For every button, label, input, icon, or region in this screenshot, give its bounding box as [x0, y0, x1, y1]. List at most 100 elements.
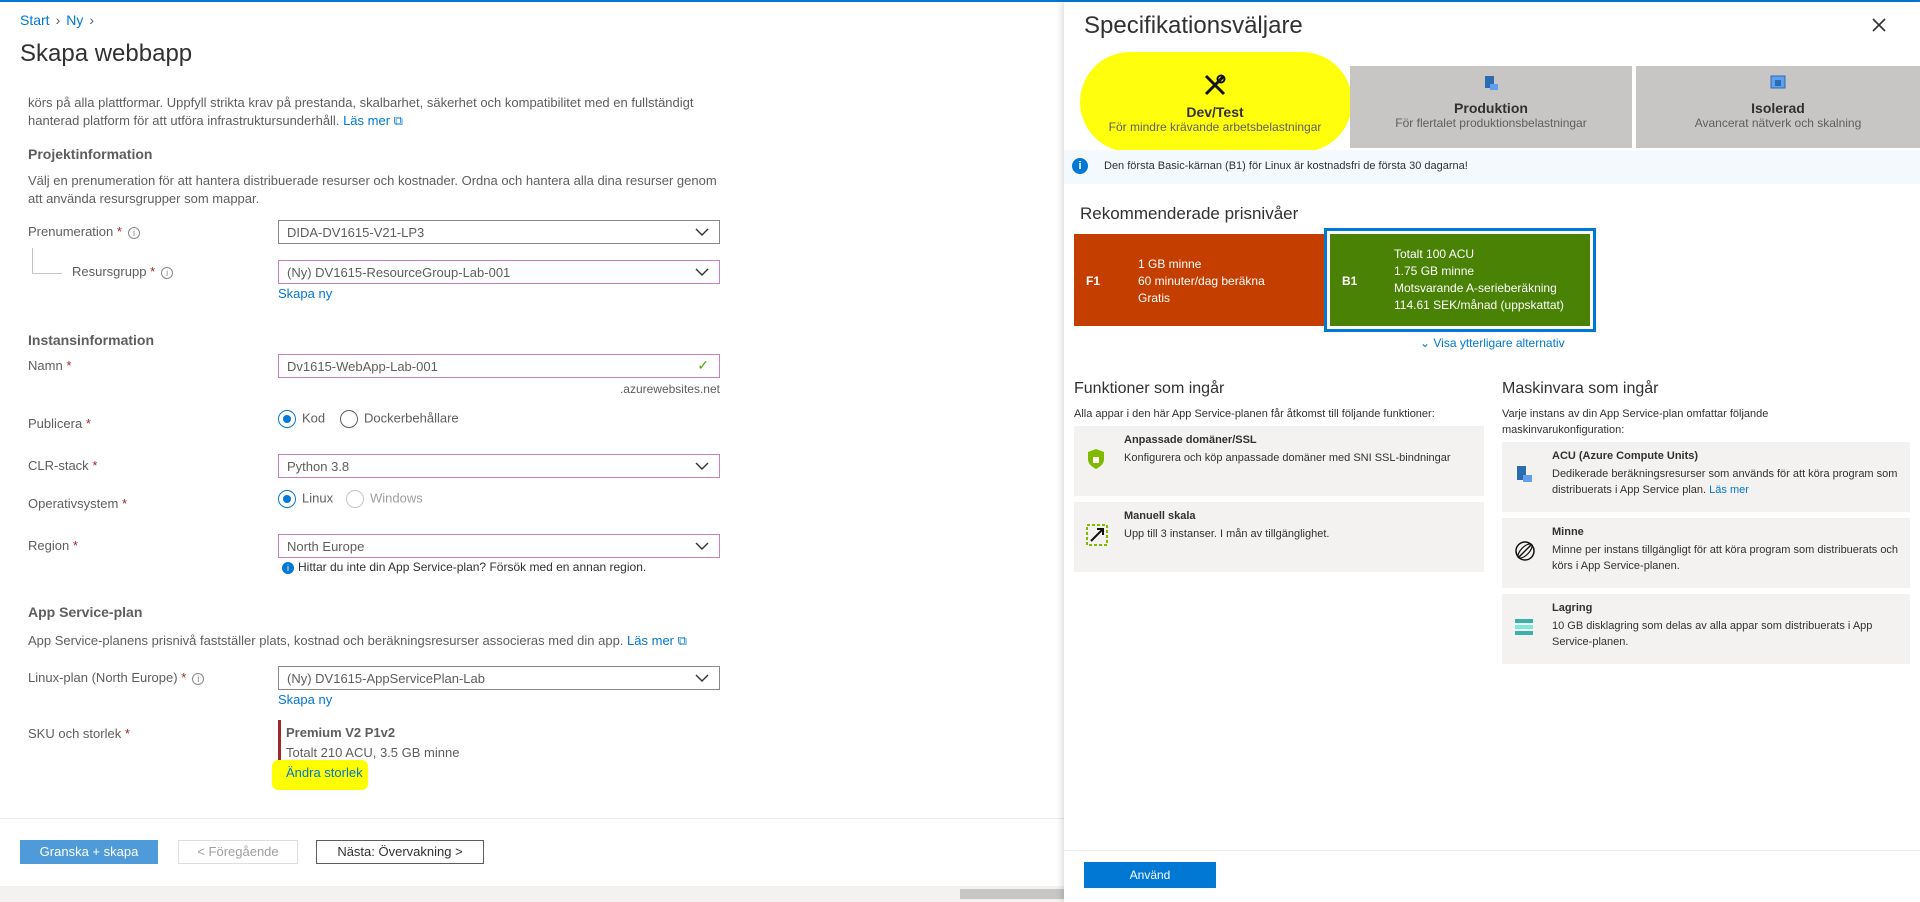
os-windows-label: Windows: [370, 490, 423, 506]
feature-title: Anpassade domäner/SSL: [1124, 434, 1257, 446]
publish-docker-radio[interactable]: Dockerbehållare: [340, 410, 459, 428]
chevron-right-icon: ›: [89, 12, 95, 28]
subscription-select[interactable]: DIDA-DV1615-V21-LP3: [278, 220, 720, 244]
project-desc-line-1: Välj en prenumeration för att hantera di…: [28, 173, 717, 188]
info-icon[interactable]: i: [192, 672, 205, 685]
close-icon[interactable]: [1870, 16, 1888, 34]
server-icon: [1514, 464, 1534, 484]
subscription-value: DIDA-DV1615-V21-LP3: [287, 225, 425, 240]
tree-line: [32, 273, 62, 274]
horizontal-scrollbar[interactable]: [0, 886, 1064, 902]
features-heading: Funktioner som ingår: [1074, 380, 1225, 397]
recommended-heading: Rekommenderade prisnivåer: [1080, 204, 1299, 223]
hardware-title: Minne: [1552, 526, 1584, 538]
sku-name: Premium V2 P1v2: [286, 725, 396, 740]
tab-dev-test[interactable]: Dev/Test För mindre krävande arbetsbelas…: [1080, 52, 1352, 152]
tier-line: 1 GB minne: [1138, 257, 1202, 271]
info-icon[interactable]: i: [161, 266, 174, 279]
tier-code: F1: [1086, 274, 1101, 288]
breadcrumb: Start › Ny ›: [20, 12, 100, 28]
tree-line: [32, 248, 33, 274]
hardware-subtitle: Varje instans av din App Service-plan om…: [1502, 406, 1912, 438]
region-value: North Europe: [287, 539, 365, 554]
tier-f1-card[interactable]: F1 1 GB minne 60 minuter/dag beräkna Gra…: [1074, 234, 1324, 326]
rg-value: (Ny) DV1615-ResourceGroup-Lab-001: [287, 265, 511, 280]
clr-value: Python 3.8: [287, 459, 350, 474]
next-monitoring-button[interactable]: Nästa: Övervakning >: [316, 840, 484, 864]
tier-line: Gratis: [1138, 291, 1171, 305]
publish-code-label: Kod: [302, 410, 326, 426]
intro-line-1: körs på alla plattformar. Uppfyll strikt…: [28, 95, 694, 110]
tier-details: Totalt 100 ACU 1.75 GB minne Motsvarande…: [1394, 246, 1564, 314]
publish-label: Publicera *: [28, 416, 91, 431]
hardware-desc: 10 GB disklagring som delas av alla appa…: [1552, 620, 1873, 648]
clr-stack-select[interactable]: Python 3.8: [278, 454, 720, 478]
tab-production-title: Produktion: [1454, 100, 1528, 116]
name-label-text: Namn: [28, 358, 63, 373]
os-linux-radio[interactable]: Linux: [278, 490, 333, 508]
sku-description: Totalt 210 ACU, 3.5 GB minne: [286, 745, 460, 760]
chevron-down-icon: [695, 537, 709, 555]
shield-icon: [1086, 448, 1106, 469]
tab-isolated[interactable]: Isolerad Avancerat nätverk och skalning: [1636, 66, 1920, 148]
rg-label-text: Resursgrupp: [72, 264, 147, 279]
clr-label: CLR-stack *: [28, 458, 98, 473]
info-icon: i: [1072, 158, 1088, 174]
name-value: Dv1615-WebApp-Lab-001: [287, 359, 438, 374]
publish-label-text: Publicera: [28, 416, 83, 431]
plan-learn-more-link[interactable]: Läs mer: [627, 633, 674, 648]
free-core-notice: i Den första Basic-kärnan (B1) för Linux…: [1064, 150, 1920, 184]
learn-more-link[interactable]: Läs mer: [343, 113, 390, 128]
region-select[interactable]: North Europe: [278, 534, 720, 558]
tab-production[interactable]: Produktion För flertalet produktionsbela…: [1350, 66, 1632, 148]
linux-plan-select[interactable]: (Ny) DV1615-AppServicePlan-Lab: [278, 666, 720, 690]
panel-footer-divider: [1064, 850, 1920, 851]
apply-button[interactable]: Använd: [1084, 862, 1216, 888]
breadcrumb-start[interactable]: Start: [20, 12, 50, 28]
tab-isolated-title: Isolerad: [1751, 100, 1805, 116]
plan-description: App Service-planens prisnivå fastställer…: [28, 632, 687, 650]
tab-production-sub: För flertalet produktionsbelastningar: [1395, 116, 1587, 130]
plan-create-new-link[interactable]: Skapa ny: [278, 692, 332, 707]
page-title: Skapa webbapp: [20, 40, 193, 67]
hardware-sub-line-1: Varje instans av din App Service-plan om…: [1502, 408, 1769, 420]
chevron-down-icon: ⌄: [1420, 336, 1434, 350]
os-windows-radio[interactable]: Windows: [346, 490, 423, 508]
tier-line: Motsvarande A-serieberäkning: [1394, 281, 1557, 295]
footer-divider: [0, 818, 1064, 819]
tab-isolated-sub: Avancerat nätverk och skalning: [1694, 116, 1862, 130]
publish-code-radio[interactable]: Kod: [278, 410, 325, 428]
checkmark-icon: ✓: [697, 357, 709, 373]
domain-suffix: .azurewebsites.net: [619, 382, 720, 396]
tools-icon: [1202, 72, 1228, 98]
show-more-options-link[interactable]: ⌄ Visa ytterligare alternativ: [1420, 336, 1565, 350]
breadcrumb-new[interactable]: Ny: [66, 12, 83, 28]
resource-group-select[interactable]: (Ny) DV1615-ResourceGroup-Lab-001: [278, 260, 720, 284]
change-size-link[interactable]: Ändra storlek: [286, 764, 363, 782]
feature-card-scale: Manuell skala Upp till 3 instanser. I må…: [1074, 502, 1484, 572]
tier-b1-card[interactable]: B1 Totalt 100 ACU 1.75 GB minne Motsvara…: [1324, 228, 1596, 332]
feature-desc: Konfigurera och köp anpassade domäner me…: [1124, 452, 1451, 464]
tier-line: 114.61 SEK/månad (uppskattat): [1394, 298, 1564, 312]
previous-button[interactable]: < Föregående: [178, 840, 298, 864]
scrollbar-thumb[interactable]: [960, 889, 1064, 899]
review-create-button[interactable]: Granska + skapa: [20, 840, 158, 864]
info-icon[interactable]: i: [127, 226, 140, 239]
sku-label-text: SKU och storlek: [28, 726, 122, 741]
rg-create-new-link[interactable]: Skapa ny: [278, 286, 332, 301]
name-label: Namn *: [28, 358, 72, 373]
project-heading: Projektinformation: [28, 146, 153, 162]
region-hint: i Hittar du inte din App Service-plan? Fö…: [282, 558, 646, 576]
hardware-title: ACU (Azure Compute Units): [1552, 450, 1699, 462]
isolated-network-icon: [1769, 74, 1787, 92]
os-label-text: Operativsystem: [28, 496, 119, 511]
hardware-desc: Dedikerade beräkningsresurser som använd…: [1552, 466, 1902, 498]
plan-heading: App Service-plan: [28, 604, 143, 620]
name-input[interactable]: Dv1615-WebApp-Lab-001 ✓: [278, 354, 720, 378]
external-link-icon: ⧉: [674, 633, 687, 648]
clr-label-text: CLR-stack: [28, 458, 89, 473]
acu-learn-more-link[interactable]: Läs mer: [1709, 484, 1749, 496]
hardware-card-storage: Lagring 10 GB disklagring som delas av a…: [1502, 594, 1910, 664]
region-hint-text: Hittar du inte din App Service-plan? För…: [298, 560, 647, 574]
features-subtitle: Alla appar i den här App Service-planen …: [1074, 408, 1435, 420]
